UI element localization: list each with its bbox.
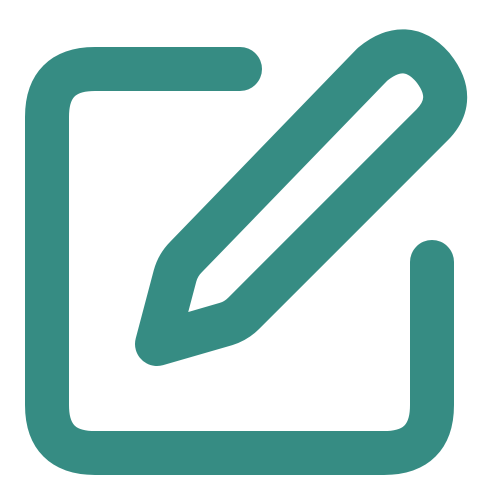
pencil-shape xyxy=(135,29,468,366)
square-frame xyxy=(25,47,454,475)
edit-icon xyxy=(25,29,468,475)
icon-canvas xyxy=(0,0,500,500)
